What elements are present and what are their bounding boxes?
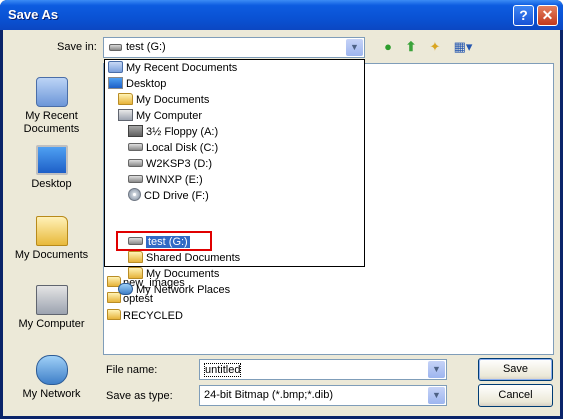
dropdown-item-label: CD Drive (F:)	[144, 190, 209, 202]
dropdown-item-my-documents-2[interactable]: My Documents	[128, 266, 219, 282]
recent-documents-icon	[35, 77, 68, 107]
desktop-icon	[35, 145, 68, 175]
place-label: My Network	[22, 388, 81, 400]
new-folder-icon[interactable]: ✦	[426, 38, 444, 56]
dropdown-item-floppy[interactable]: 3½ Floppy (A:)	[128, 124, 218, 140]
dropdown-item-my-documents[interactable]: My Documents	[118, 92, 209, 108]
dropdown-item-label: Local Disk (C:)	[146, 142, 219, 154]
dropdown-item-cd-drive-f[interactable]: CD Drive (F:)	[128, 188, 209, 204]
save-as-type-select[interactable]: 24-bit Bitmap (*.bmp;*.dib) ▼	[199, 385, 447, 406]
folder-icon	[128, 251, 143, 263]
dropdown-item-my-computer[interactable]: My Computer	[118, 108, 202, 124]
place-label: My Computer	[18, 318, 85, 330]
dropdown-item-my-network-places[interactable]: My Network Places	[118, 282, 230, 298]
place-my-recent-documents[interactable]: My Recent Documents	[6, 77, 97, 136]
highlight-annotation-box	[116, 231, 212, 251]
drive-icon	[109, 44, 122, 51]
folder-icon	[107, 309, 121, 320]
folder-icon	[128, 267, 143, 279]
drive-icon	[128, 175, 143, 183]
dropdown-item-label: Shared Documents	[146, 252, 241, 264]
place-label: My Documents	[14, 249, 89, 261]
save-in-value: test (G:)	[126, 41, 166, 53]
dropdown-item-label: My Computer	[136, 110, 203, 122]
dropdown-item-label: 3½ Floppy (A:)	[146, 126, 219, 138]
place-my-documents[interactable]: My Documents	[6, 216, 97, 262]
place-my-computer[interactable]: My Computer	[6, 285, 97, 331]
chevron-down-icon[interactable]: ▼	[346, 39, 363, 56]
cancel-button[interactable]: Cancel	[478, 384, 553, 407]
cd-drive-icon	[128, 188, 141, 201]
dropdown-item-w2ksp3-d[interactable]: W2KSP3 (D:)	[128, 156, 212, 172]
file-name-input[interactable]: untitled ▼	[199, 359, 447, 380]
dialog-title: Save As	[8, 7, 59, 22]
chevron-down-icon[interactable]: ▼	[428, 361, 445, 378]
place-label: Desktop	[31, 178, 72, 190]
dialog-body: Save in: test (G:) ▼ ● ⬆ ✦ ▦▾ My Recent …	[3, 30, 560, 416]
my-documents-icon	[35, 216, 68, 246]
file-name: RECYCLED	[123, 310, 183, 322]
floppy-icon	[128, 125, 143, 137]
place-my-network[interactable]: My Network	[6, 355, 97, 401]
back-arrow-icon[interactable]: ●	[379, 38, 397, 56]
places-bar: My Recent Documents Desktop My Documents…	[6, 63, 97, 413]
up-folder-icon[interactable]: ⬆	[402, 38, 420, 56]
file-name-value: untitled	[204, 363, 242, 377]
file-name-label: File name:	[106, 364, 158, 376]
recent-documents-icon	[108, 61, 123, 73]
help-button[interactable]: ?	[513, 5, 534, 26]
my-computer-icon	[35, 285, 68, 315]
dropdown-item-label: WINXP (E:)	[146, 174, 203, 186]
dropdown-item-desktop[interactable]: Desktop	[108, 76, 166, 92]
my-computer-icon	[118, 109, 133, 121]
dropdown-item-local-disk-c[interactable]: Local Disk (C:)	[128, 140, 218, 156]
save-as-dialog: Save As ? ✕ Save in: test (G:) ▼ ● ⬆ ✦ ▦…	[0, 0, 563, 419]
close-button[interactable]: ✕	[537, 5, 558, 26]
save-in-combobox[interactable]: test (G:) ▼	[103, 37, 365, 58]
save-button[interactable]: Save	[478, 358, 553, 381]
dropdown-item-label: My Recent Documents	[126, 62, 238, 74]
dropdown-item-label: Desktop	[126, 78, 167, 90]
dropdown-item-label: My Network Places	[136, 284, 231, 296]
desktop-icon	[108, 77, 123, 89]
dropdown-item-my-recent-documents[interactable]: My Recent Documents	[108, 60, 237, 76]
dropdown-item-winxp-e[interactable]: WINXP (E:)	[128, 172, 203, 188]
list-item[interactable]: RECYCLED	[107, 308, 183, 324]
folder-icon	[118, 93, 133, 105]
place-label: My Recent Documents	[23, 110, 80, 135]
save-in-dropdown-list[interactable]: My Recent Documents Desktop My Documents…	[104, 59, 365, 296]
dropdown-item-label: My Documents	[136, 94, 210, 106]
dropdown-item-label: My Documents	[146, 268, 220, 280]
drive-icon	[128, 159, 143, 167]
views-menu-icon[interactable]: ▦▾	[450, 38, 476, 56]
chevron-down-icon[interactable]: ▼	[428, 387, 445, 404]
title-bar[interactable]: Save As ? ✕	[0, 0, 563, 30]
dropdown-item-shared-documents[interactable]: Shared Documents	[128, 250, 240, 266]
save-as-type-label: Save as type:	[106, 390, 173, 402]
dropdown-item-label: W2KSP3 (D:)	[146, 158, 213, 170]
drive-icon	[128, 143, 143, 151]
network-icon	[35, 355, 68, 385]
save-as-type-value: 24-bit Bitmap (*.bmp;*.dib)	[204, 389, 333, 401]
place-desktop[interactable]: Desktop	[6, 145, 97, 191]
save-in-label: Save in:	[57, 41, 97, 53]
network-icon	[118, 283, 133, 295]
